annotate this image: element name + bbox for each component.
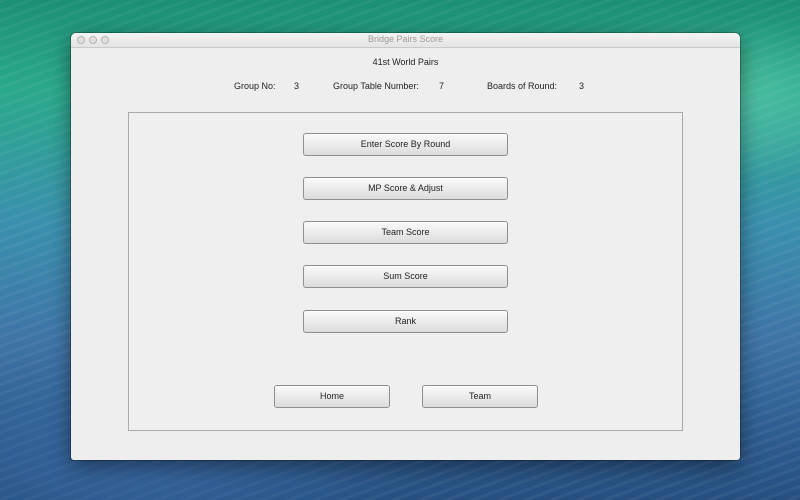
group-no-value: 3 [294, 81, 300, 91]
menu-panel: Enter Score By Round MP Score & Adjust T… [128, 112, 683, 431]
app-window: Bridge Pairs Score 41st World Pairs Grou… [71, 33, 740, 460]
sum-score-button[interactable]: Sum Score [303, 265, 508, 288]
team-button[interactable]: Team [422, 385, 538, 408]
rank-button[interactable]: Rank [303, 310, 508, 333]
mp-score-adjust-button[interactable]: MP Score & Adjust [303, 177, 508, 200]
group-table-label: Group Table Number: [333, 81, 419, 91]
boards-of-round-label: Boards of Round: [487, 81, 558, 91]
home-button[interactable]: Home [274, 385, 390, 408]
event-name: 41st World Pairs [372, 57, 439, 67]
boards-of-round-value: 3 [579, 81, 585, 91]
team-score-button[interactable]: Team Score [303, 221, 508, 244]
enter-score-by-round-button[interactable]: Enter Score By Round [303, 133, 508, 156]
title-bar: Bridge Pairs Score [71, 33, 740, 48]
group-no-label: Group No: [234, 81, 276, 91]
window-title: Bridge Pairs Score [367, 34, 444, 44]
group-table-value: 7 [439, 81, 445, 91]
